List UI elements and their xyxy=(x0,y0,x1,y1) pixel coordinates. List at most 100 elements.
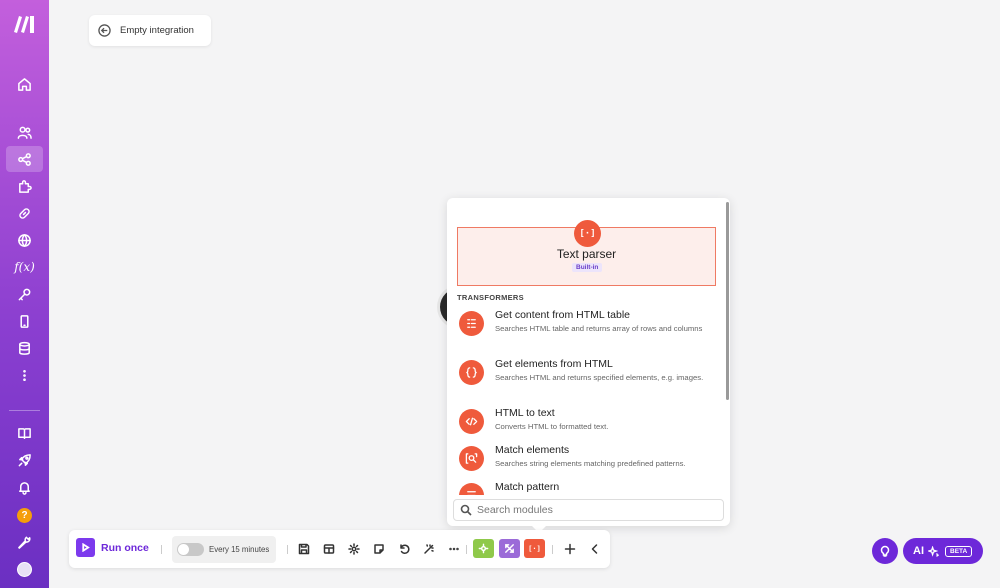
toolbar-divider xyxy=(552,545,553,554)
globe-icon xyxy=(18,233,31,247)
module-item[interactable]: HTML to text Converts HTML to formatted … xyxy=(457,407,719,435)
table-list-icon xyxy=(459,311,484,336)
mobile-icon xyxy=(20,314,29,328)
share-nodes-icon xyxy=(18,152,31,166)
run-once-button[interactable]: Run once xyxy=(76,538,149,557)
toolbar-divider xyxy=(161,545,162,554)
make-logo-icon[interactable] xyxy=(13,14,37,34)
sidebar-item-scenarios[interactable] xyxy=(6,146,43,172)
sidebar-item-whats-new[interactable] xyxy=(6,447,43,473)
tips-button[interactable] xyxy=(872,538,898,564)
module-title: Get elements from HTML xyxy=(495,358,613,370)
key-icon xyxy=(18,288,31,300)
search-match-icon xyxy=(459,446,484,471)
ai-label: AI xyxy=(913,545,924,557)
code-tag-icon xyxy=(459,409,484,434)
sidebar-item-more[interactable] xyxy=(6,362,43,388)
schedule-switch[interactable] xyxy=(177,543,204,556)
schedule-toggle[interactable]: Every 15 minutes xyxy=(172,536,276,563)
magic-wand-icon xyxy=(423,543,434,554)
sidebar: f(x) ? xyxy=(0,0,49,588)
users-icon xyxy=(17,126,32,139)
link-icon xyxy=(19,207,30,219)
lightbulb-icon xyxy=(880,545,890,557)
scheduling-button[interactable] xyxy=(321,541,336,556)
collapse-toolbar-button[interactable] xyxy=(587,541,602,556)
search-icon xyxy=(460,504,472,516)
layout-icon xyxy=(323,543,334,554)
built-in-badge: Built-in xyxy=(572,263,603,272)
text-parser-icon: [·] xyxy=(574,220,601,247)
flow-control-button[interactable] xyxy=(499,539,520,558)
module-item[interactable]: Get content from HTML table Searches HTM… xyxy=(457,309,719,347)
sticky-note-icon xyxy=(373,543,384,554)
add-module-button[interactable] xyxy=(562,541,577,556)
sidebar-item-functions[interactable]: f(x) xyxy=(6,254,43,280)
sidebar-item-devices[interactable] xyxy=(6,308,43,334)
play-icon xyxy=(76,538,95,557)
sidebar-item-templates[interactable] xyxy=(6,173,43,199)
sidebar-item-notifications[interactable] xyxy=(6,474,43,500)
section-heading: TRANSFORMERS xyxy=(457,293,524,302)
sidebar-item-data-stores[interactable] xyxy=(6,335,43,361)
scenario-toolbar: Run once Every 15 minutes [·] xyxy=(69,530,610,568)
text-parser-icon: [·] xyxy=(528,544,541,553)
plus-icon xyxy=(564,543,575,554)
sidebar-item-organization[interactable] xyxy=(6,119,43,145)
pattern-icon xyxy=(459,483,484,495)
module-description: Converts HTML to formatted text. xyxy=(495,422,609,431)
module-picker-panel: [·] Text parser Built-in TRANSFORMERS Ge… xyxy=(447,198,730,526)
database-icon xyxy=(19,341,30,355)
bell-icon xyxy=(19,481,30,495)
sidebar-item-profile[interactable] xyxy=(6,556,43,582)
panel-scrollbar[interactable] xyxy=(726,202,729,400)
module-title: Match elements xyxy=(495,444,570,456)
module-description: Searches string elements matching predef… xyxy=(495,459,686,468)
chevron-left-icon xyxy=(591,543,597,554)
undo-button[interactable] xyxy=(396,541,411,556)
module-description: Searches HTML and returns specified elem… xyxy=(495,373,704,382)
module-title: HTML to text xyxy=(495,407,555,419)
beta-badge: BETA xyxy=(945,545,973,557)
sidebar-item-connections[interactable] xyxy=(6,200,43,226)
sidebar-item-docs[interactable] xyxy=(6,420,43,446)
back-button[interactable]: Empty integration xyxy=(89,15,211,46)
module-item[interactable]: Get elements from HTML Searches HTML and… xyxy=(457,358,719,396)
sparkles-icon xyxy=(928,545,939,557)
wrench-icon xyxy=(18,536,31,549)
arrow-left-circle-icon xyxy=(98,24,111,37)
more-options-button[interactable] xyxy=(446,541,461,556)
run-once-label: Run once xyxy=(101,541,149,554)
featured-app-text-parser[interactable]: [·] Text parser Built-in xyxy=(457,220,716,286)
sidebar-item-webhooks[interactable] xyxy=(6,227,43,253)
ai-assistant-button[interactable]: AI BETA xyxy=(903,538,983,564)
save-button[interactable] xyxy=(296,541,311,556)
html-brackets-icon xyxy=(459,360,484,385)
more-horizontal-icon xyxy=(448,547,459,550)
sidebar-divider xyxy=(9,410,40,411)
function-icon: f(x) xyxy=(14,260,35,274)
module-title: Get content from HTML table xyxy=(495,309,630,321)
tools-button[interactable] xyxy=(473,539,494,558)
module-item[interactable]: Match pattern xyxy=(457,481,719,495)
gear-icon xyxy=(347,542,360,555)
puzzle-icon xyxy=(19,179,32,193)
module-search xyxy=(453,499,724,521)
flow-arrows-icon xyxy=(505,544,514,553)
sidebar-item-help[interactable]: ? xyxy=(6,502,43,528)
notes-button[interactable] xyxy=(371,541,386,556)
toolbar-divider xyxy=(466,545,467,554)
book-open-icon xyxy=(18,427,31,439)
sidebar-item-tools[interactable] xyxy=(6,529,43,555)
settings-button[interactable] xyxy=(346,541,361,556)
scenario-name: Empty integration xyxy=(120,25,194,36)
search-input[interactable] xyxy=(477,504,717,516)
sidebar-item-home[interactable] xyxy=(6,71,43,97)
undo-icon xyxy=(399,543,410,554)
auto-align-button[interactable] xyxy=(421,541,436,556)
module-item[interactable]: Match elements Searches string elements … xyxy=(457,444,719,472)
text-parser-button[interactable]: [·] xyxy=(524,539,545,558)
save-icon xyxy=(298,543,309,554)
more-vertical-icon xyxy=(23,369,26,381)
sidebar-item-keys[interactable] xyxy=(6,281,43,307)
